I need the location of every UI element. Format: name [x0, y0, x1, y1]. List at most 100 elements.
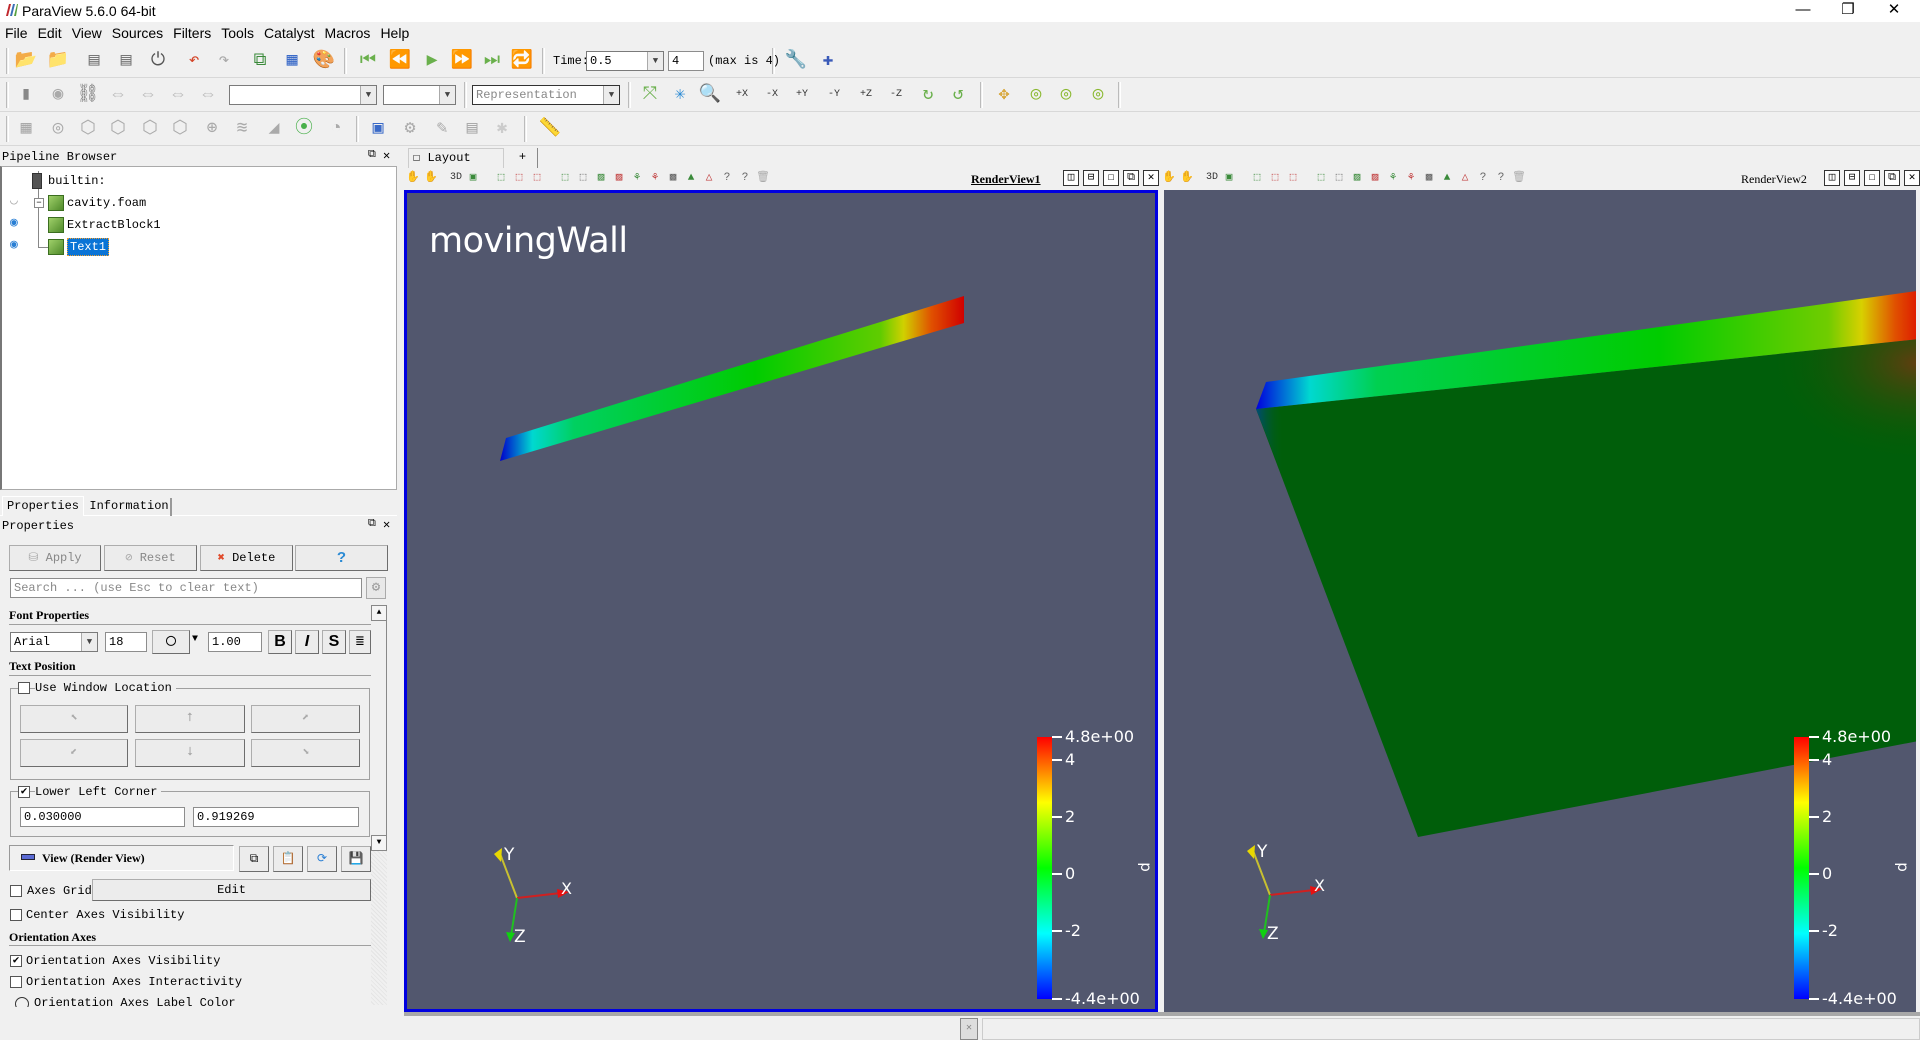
- view-minus-y-icon[interactable]: -Y: [822, 83, 846, 107]
- float-panel-icon[interactable]: ⧉: [368, 518, 376, 530]
- close-view-icon[interactable]: ✕: [1143, 170, 1159, 186]
- toggle-3d-button[interactable]: 3D: [446, 171, 466, 185]
- grow-selection-icon[interactable]: ▩: [666, 171, 680, 185]
- time-combo[interactable]: 0.5 ▼: [586, 51, 664, 71]
- font-size-spinbox[interactable]: 18: [105, 632, 147, 652]
- show-labels-icon[interactable]: △: [1458, 171, 1472, 185]
- maximize-view-icon[interactable]: ☐: [1103, 170, 1119, 186]
- clear-selection-icon[interactable]: 🗑: [1512, 171, 1526, 185]
- warp-icon[interactable]: ◢: [262, 117, 286, 141]
- italic-toggle[interactable]: I: [295, 630, 319, 654]
- tab-properties[interactable]: Properties: [2, 496, 84, 516]
- redo-icon[interactable]: ↷: [212, 49, 236, 73]
- toggle-3d-button[interactable]: 3D: [1202, 171, 1222, 185]
- threshold-icon[interactable]: ⬡: [138, 117, 162, 141]
- close-panel-icon[interactable]: ✕: [383, 148, 390, 163]
- zoom-to-box-icon[interactable]: 🔍: [698, 83, 722, 107]
- close-window-button[interactable]: ✕: [1872, 0, 1916, 22]
- select-points-on-icon[interactable]: ⬚: [512, 171, 526, 185]
- select-cells-through-icon[interactable]: ⬚: [1286, 171, 1300, 185]
- hover-cells-icon[interactable]: ⚘: [1404, 171, 1418, 185]
- select-cells-on-icon[interactable]: ⬚: [1250, 171, 1264, 185]
- menu-file[interactable]: File: [0, 22, 33, 41]
- undo-icon[interactable]: ↶: [182, 49, 206, 73]
- restore-button[interactable]: ❐: [1826, 0, 1870, 22]
- undock-view-icon[interactable]: ⧉: [1123, 170, 1139, 186]
- view-plus-z-icon[interactable]: +Z: [854, 83, 878, 107]
- position-upper-left-button[interactable]: ⬉: [20, 705, 128, 733]
- close-panel-icon[interactable]: ✕: [383, 517, 390, 532]
- bold-toggle[interactable]: B: [268, 630, 292, 654]
- select-cells-through-icon[interactable]: ⬚: [530, 171, 544, 185]
- paste-properties-button[interactable]: 📋: [273, 846, 303, 872]
- hide-center-icon[interactable]: ◎: [1086, 83, 1110, 107]
- reset-center-icon[interactable]: ◎: [1024, 83, 1048, 107]
- python-script-icon[interactable]: ▤: [460, 117, 484, 141]
- capture-screenshot-icon[interactable]: ▣: [466, 171, 480, 185]
- group-datasets-icon[interactable]: ⦿: [292, 117, 316, 141]
- shadow-toggle[interactable]: S: [322, 630, 346, 654]
- slice-icon[interactable]: ⬡: [106, 117, 130, 141]
- previous-frame-icon[interactable]: ⏪: [388, 49, 412, 73]
- apply-button[interactable]: ⛁ Apply: [9, 545, 101, 571]
- close-view-icon[interactable]: ✕: [1904, 170, 1920, 186]
- select-polygon-icon[interactable]: ⬚: [576, 171, 590, 185]
- interaction-mode-icon[interactable]: ✋: [1162, 171, 1176, 185]
- select-polygon-icon[interactable]: ⬚: [1332, 171, 1346, 185]
- timestep-spinbox[interactable]: 4: [668, 51, 704, 71]
- clear-selection-icon[interactable]: 🗑: [756, 171, 770, 185]
- copy-properties-button[interactable]: ⧉: [239, 846, 269, 872]
- maximize-view-icon[interactable]: ☐: [1864, 170, 1880, 186]
- justification-button[interactable]: ≣: [349, 630, 371, 654]
- split-vertical-icon[interactable]: ⊟: [1844, 170, 1860, 186]
- calculator-icon[interactable]: ▦: [14, 117, 38, 141]
- rescale-visible-icon[interactable]: ⇔: [196, 83, 220, 107]
- camera-link-icon[interactable]: ✋: [1180, 171, 1194, 185]
- shrink-selection-icon[interactable]: ▲: [1440, 171, 1454, 185]
- menu-catalyst[interactable]: Catalyst: [259, 22, 320, 41]
- split-horizontal-icon[interactable]: ◫: [1063, 170, 1079, 186]
- play-icon[interactable]: ▶: [420, 49, 444, 73]
- query-icon[interactable]: ✚: [816, 49, 840, 73]
- contour-icon[interactable]: ◎: [46, 117, 70, 141]
- glyph-icon[interactable]: ⊕: [200, 117, 224, 141]
- renderview1-canvas[interactable]: movingWall Y X Z 4.8e+00 4 2 0 -2 -4.4e+00 p: [404, 190, 1158, 1012]
- select-cells-on-icon[interactable]: ⬚: [494, 171, 508, 185]
- reset-session-icon[interactable]: ⧉: [248, 49, 272, 73]
- rescale-time-icon[interactable]: ⇔: [166, 83, 190, 107]
- menu-view[interactable]: View: [67, 22, 107, 41]
- scroll-thumb[interactable]: [371, 621, 387, 841]
- select-blocks-icon[interactable]: ▨: [1350, 171, 1364, 185]
- layout-tab-1[interactable]: ☐ Layout #1✕: [408, 148, 504, 183]
- python-trace-icon[interactable]: ⚙: [398, 117, 422, 141]
- pipeline-item-cavity-foam[interactable]: − cavity.foam: [34, 193, 146, 213]
- view-plus-x-icon[interactable]: +X: [730, 83, 754, 107]
- position-x-input[interactable]: 0.030000: [20, 807, 185, 827]
- toggle-color-legend-icon[interactable]: ▮: [14, 83, 38, 107]
- collapse-icon[interactable]: −: [34, 197, 44, 208]
- hover-tooltip-icon[interactable]: ?: [738, 171, 752, 185]
- reset-range-icon[interactable]: ⛓: [76, 83, 100, 107]
- first-frame-icon[interactable]: ⏮: [356, 49, 380, 73]
- delete-button[interactable]: ✖ Delete: [200, 545, 293, 571]
- hover-points-icon[interactable]: ⚘: [1386, 171, 1400, 185]
- interaction-mode-icon[interactable]: ✋: [406, 171, 420, 185]
- axes-grid-edit-button[interactable]: Edit: [92, 879, 371, 901]
- pick-center-icon[interactable]: ✥: [992, 83, 1016, 107]
- advanced-settings-gear-icon[interactable]: ⚙: [366, 577, 386, 599]
- tooltip-icon[interactable]: ?: [1476, 171, 1490, 185]
- opacity-spinbox[interactable]: 1.00: [208, 632, 262, 652]
- shrink-selection-icon[interactable]: ▲: [684, 171, 698, 185]
- camera-link-icon[interactable]: ✋: [424, 171, 438, 185]
- select-blocks-icon[interactable]: ▨: [594, 171, 608, 185]
- properties-search-input[interactable]: Search ... (use Esc to clear text): [10, 578, 362, 598]
- connect-icon[interactable]: ▤: [82, 49, 106, 73]
- palette-icon[interactable]: 🎨: [312, 49, 336, 73]
- use-window-location-checkbox[interactable]: [18, 682, 30, 694]
- rotate-minus90-icon[interactable]: ↺: [946, 83, 970, 107]
- clip-icon[interactable]: ⬡: [76, 117, 100, 141]
- position-upper-right-button[interactable]: ⬈: [251, 705, 360, 733]
- show-center-icon[interactable]: ◎: [1054, 83, 1078, 107]
- menu-macros[interactable]: Macros: [320, 22, 376, 41]
- font-family-select[interactable]: Arial ▼: [10, 632, 98, 652]
